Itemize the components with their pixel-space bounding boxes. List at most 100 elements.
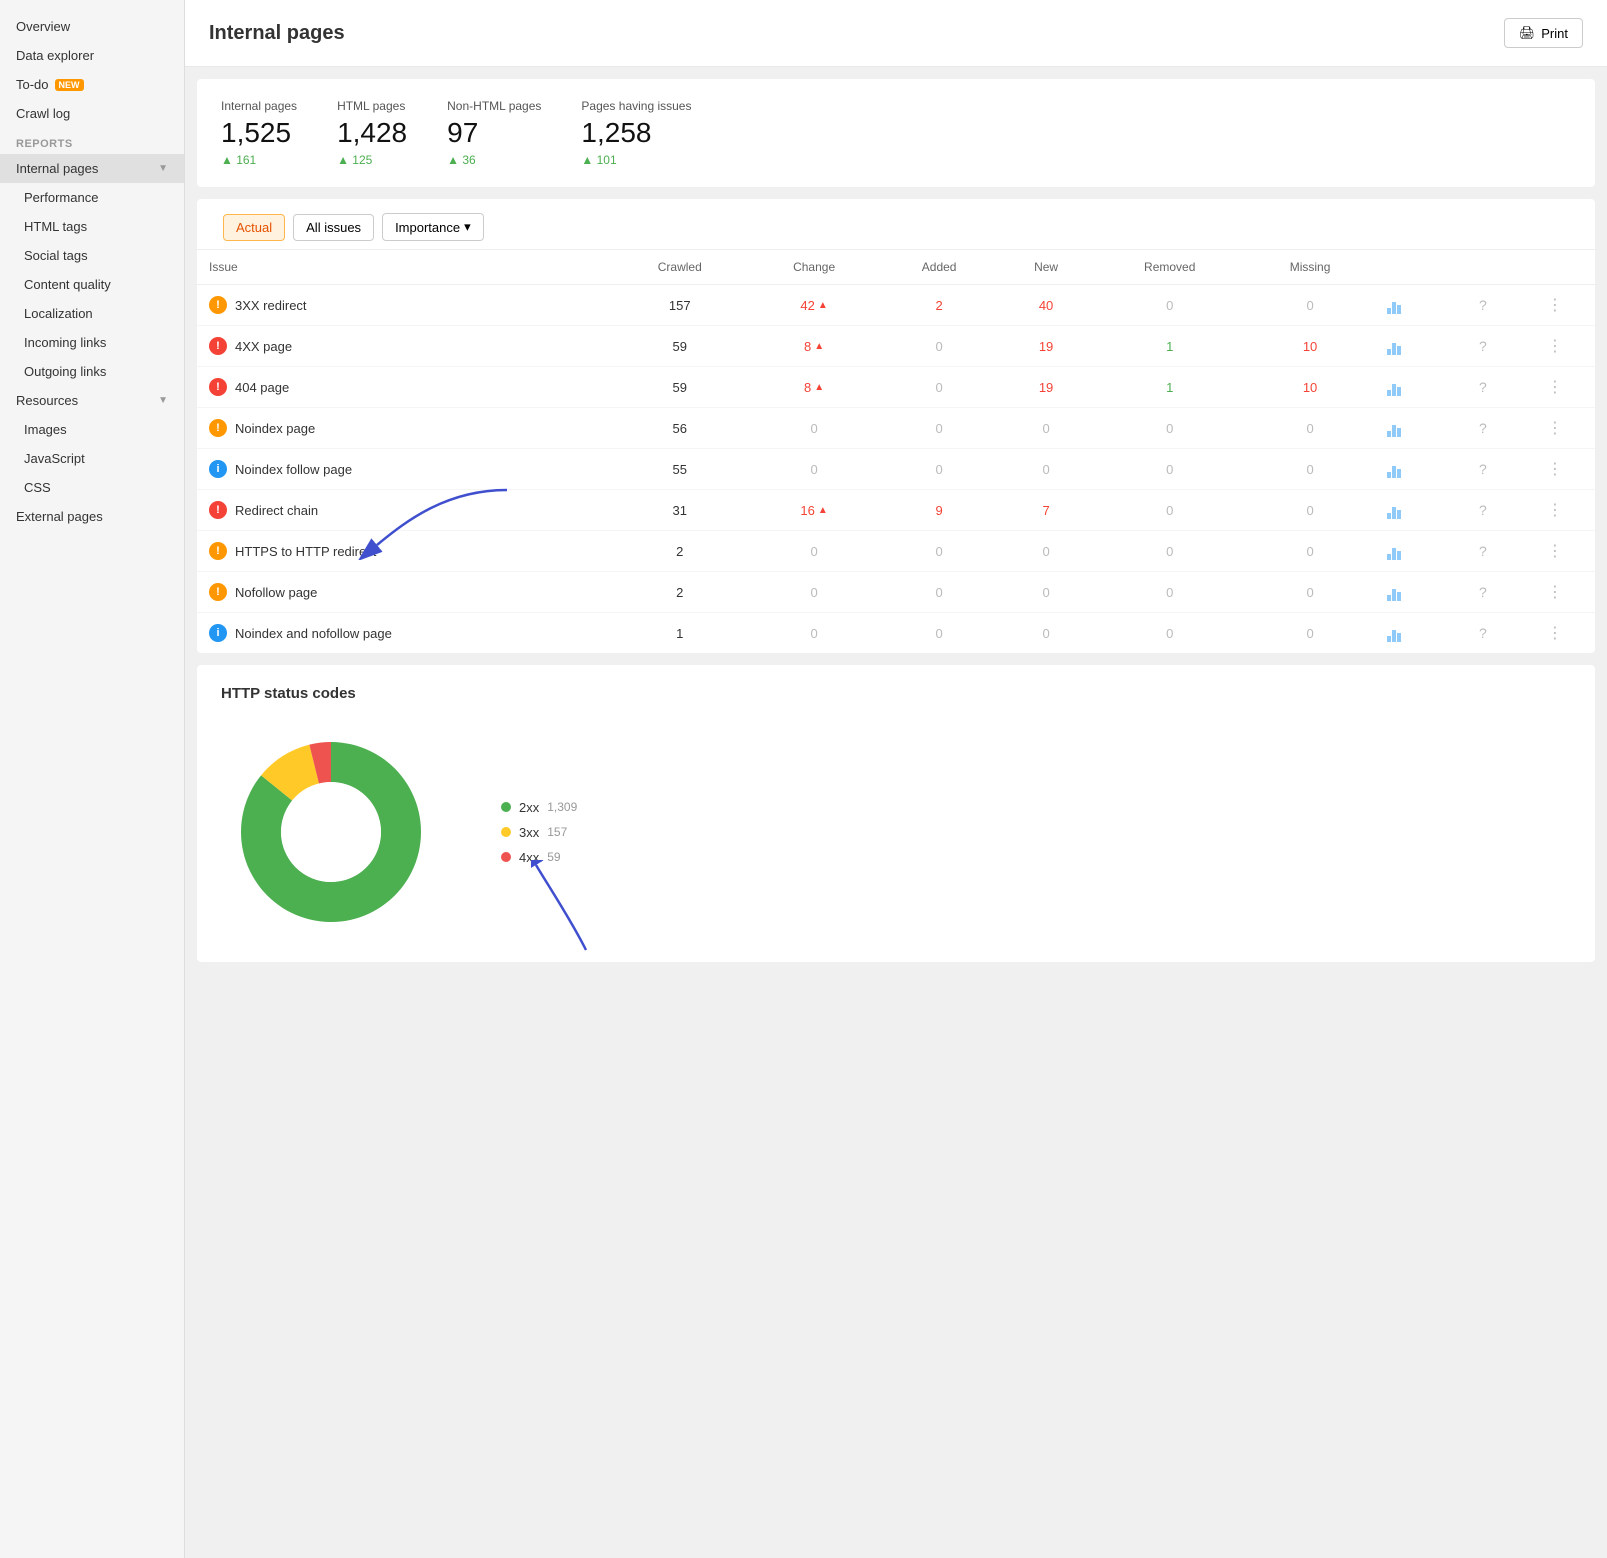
bar-chart-cell[interactable] <box>1375 408 1451 449</box>
sidebar-item-label: Crawl log <box>16 106 70 121</box>
bar-chart-cell[interactable] <box>1375 367 1451 408</box>
table-row[interactable]: ! 404 page 59 8 ▲ 0 19 1 10 ? ⋮ <box>197 367 1595 408</box>
more-icon[interactable]: ⋮ <box>1547 625 1563 642</box>
more-cell[interactable]: ⋮ <box>1515 572 1595 613</box>
sidebar-item-data-explorer[interactable]: Data explorer <box>0 41 184 70</box>
help-cell[interactable]: ? <box>1451 285 1515 326</box>
sidebar-item-content-quality[interactable]: Content quality <box>0 270 184 299</box>
bar-chart-cell[interactable] <box>1375 490 1451 531</box>
sidebar-item-outgoing-links[interactable]: Outgoing links <box>0 357 184 386</box>
help-icon[interactable]: ? <box>1479 420 1487 436</box>
issue-name: 404 page <box>235 380 289 395</box>
table-row[interactable]: ! 3XX redirect 157 42 ▲ 2 40 0 0 ? ⋮ <box>197 285 1595 326</box>
col-issue: Issue <box>197 250 612 285</box>
removed-val: 1 <box>1094 367 1245 408</box>
sidebar-item-external-pages[interactable]: External pages <box>0 502 184 531</box>
all-issues-button[interactable]: All issues <box>293 214 374 241</box>
bar-chart-cell[interactable] <box>1375 613 1451 654</box>
sidebar-item-internal-pages[interactable]: Internal pages ▼ <box>0 154 184 183</box>
help-icon[interactable]: ? <box>1479 502 1487 518</box>
help-icon[interactable]: ? <box>1479 297 1487 313</box>
help-icon[interactable]: ? <box>1479 584 1487 600</box>
sidebar-item-incoming-links[interactable]: Incoming links <box>0 328 184 357</box>
sidebar-item-overview[interactable]: Overview <box>0 12 184 41</box>
help-icon[interactable]: ? <box>1479 625 1487 641</box>
help-cell[interactable]: ? <box>1451 408 1515 449</box>
help-icon[interactable]: ? <box>1479 379 1487 395</box>
issue-icon: ! <box>209 296 227 314</box>
more-cell[interactable]: ⋮ <box>1515 490 1595 531</box>
issue-icon: i <box>209 460 227 478</box>
sidebar-item-label: CSS <box>24 480 51 495</box>
added-val: 0 <box>880 613 998 654</box>
stat-change: ▲ 161 <box>221 153 297 167</box>
more-icon[interactable]: ⋮ <box>1547 502 1563 519</box>
help-cell[interactable]: ? <box>1451 326 1515 367</box>
sidebar-item-label: Incoming links <box>24 335 106 350</box>
help-cell[interactable]: ? <box>1451 572 1515 613</box>
sidebar-item-performance[interactable]: Performance <box>0 183 184 212</box>
help-icon[interactable]: ? <box>1479 543 1487 559</box>
removed-val: 0 <box>1094 408 1245 449</box>
table-row[interactable]: ! Redirect chain 31 16 ▲ 9 7 0 0 ? ⋮ <box>197 490 1595 531</box>
sidebar-item-localization[interactable]: Localization <box>0 299 184 328</box>
sidebar-item-social-tags[interactable]: Social tags <box>0 241 184 270</box>
print-button[interactable]: 🖨 Print <box>1504 18 1583 48</box>
bar-chart-cell[interactable] <box>1375 285 1451 326</box>
bar-chart-cell[interactable] <box>1375 449 1451 490</box>
chevron-icon: ▼ <box>158 163 168 174</box>
table-row[interactable]: ! Noindex page 56 0 0 0 0 0 ? ⋮ <box>197 408 1595 449</box>
help-icon[interactable]: ? <box>1479 338 1487 354</box>
more-cell[interactable]: ⋮ <box>1515 326 1595 367</box>
issue-name: HTTPS to HTTP redirect <box>235 544 376 559</box>
bar-chart-cell[interactable] <box>1375 531 1451 572</box>
chart-legend: 2xx 1,309 3xx 157 4xx 59 <box>501 800 577 865</box>
help-cell[interactable]: ? <box>1451 449 1515 490</box>
help-cell[interactable]: ? <box>1451 367 1515 408</box>
more-icon[interactable]: ⋮ <box>1547 297 1563 314</box>
help-cell[interactable]: ? <box>1451 613 1515 654</box>
more-icon[interactable]: ⋮ <box>1547 584 1563 601</box>
stat-change: ▲ 36 <box>447 153 541 167</box>
donut-svg <box>221 722 441 942</box>
help-icon[interactable]: ? <box>1479 461 1487 477</box>
more-cell[interactable]: ⋮ <box>1515 449 1595 490</box>
importance-button[interactable]: Importance ▾ <box>382 213 484 241</box>
missing-val: 0 <box>1245 572 1375 613</box>
more-cell[interactable]: ⋮ <box>1515 285 1595 326</box>
more-icon[interactable]: ⋮ <box>1547 461 1563 478</box>
help-cell[interactable]: ? <box>1451 490 1515 531</box>
more-cell[interactable]: ⋮ <box>1515 367 1595 408</box>
sidebar-item-to-do[interactable]: To-doNEW <box>0 70 184 99</box>
table-row[interactable]: ! 4XX page 59 8 ▲ 0 19 1 10 ? ⋮ <box>197 326 1595 367</box>
sidebar-item-crawl-log[interactable]: Crawl log <box>0 99 184 128</box>
actual-button[interactable]: Actual <box>223 214 285 241</box>
sidebar-item-html-tags[interactable]: HTML tags <box>0 212 184 241</box>
more-cell[interactable]: ⋮ <box>1515 613 1595 654</box>
table-row[interactable]: i Noindex follow page 55 0 0 0 0 0 ? ⋮ <box>197 449 1595 490</box>
more-icon[interactable]: ⋮ <box>1547 338 1563 355</box>
more-icon[interactable]: ⋮ <box>1547 379 1563 396</box>
stat-value: 1,258 <box>581 117 691 149</box>
issue-cell: i Noindex and nofollow page <box>197 613 612 654</box>
more-icon[interactable]: ⋮ <box>1547 543 1563 560</box>
sidebar-item-javascript[interactable]: JavaScript <box>0 444 184 473</box>
sidebar-item-images[interactable]: Images <box>0 415 184 444</box>
new-val: 19 <box>998 367 1094 408</box>
sidebar-item-label: Internal pages <box>16 161 98 176</box>
help-cell[interactable]: ? <box>1451 531 1515 572</box>
table-row[interactable]: ! Nofollow page 2 0 0 0 0 0 ? ⋮ <box>197 572 1595 613</box>
bar-chart-cell[interactable] <box>1375 572 1451 613</box>
more-cell[interactable]: ⋮ <box>1515 408 1595 449</box>
sidebar-item-css[interactable]: CSS <box>0 473 184 502</box>
sidebar-item-label: Overview <box>16 19 70 34</box>
stat-value: 1,525 <box>221 117 297 149</box>
donut-center <box>281 782 381 882</box>
more-cell[interactable]: ⋮ <box>1515 531 1595 572</box>
http-section-title: HTTP status codes <box>221 685 1571 702</box>
sidebar-item-resources[interactable]: Resources▼ <box>0 386 184 415</box>
more-icon[interactable]: ⋮ <box>1547 420 1563 437</box>
table-row[interactable]: ! HTTPS to HTTP redirect 2 0 0 0 0 0 ? ⋮ <box>197 531 1595 572</box>
bar-chart-cell[interactable] <box>1375 326 1451 367</box>
table-row[interactable]: i Noindex and nofollow page 1 0 0 0 0 0 … <box>197 613 1595 654</box>
